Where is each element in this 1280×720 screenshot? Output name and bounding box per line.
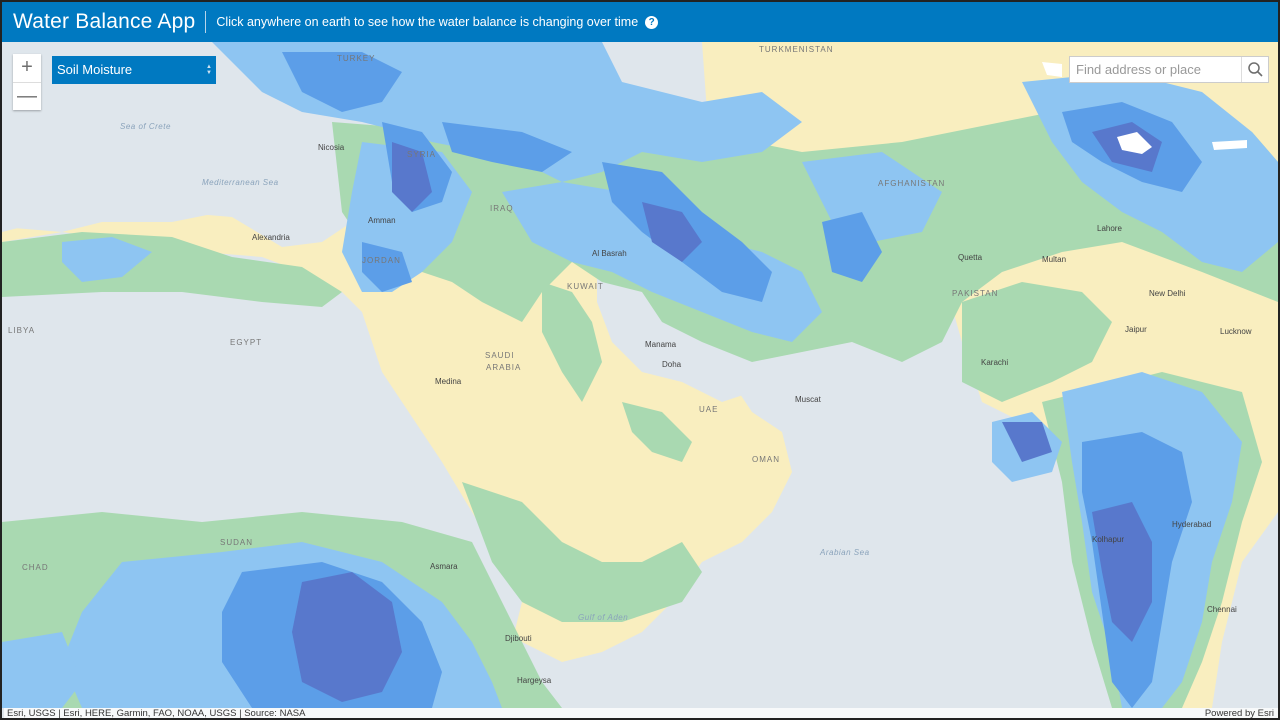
layer-select[interactable]: Soil Moisture ▲ ▼ bbox=[52, 56, 216, 84]
label-lahore: Lahore bbox=[1097, 224, 1122, 233]
label-oman: OMAN bbox=[752, 455, 780, 464]
map-attribution: Esri, USGS | Esri, HERE, Garmin, FAO, NO… bbox=[4, 708, 1278, 719]
label-arabia: ARABIA bbox=[486, 363, 522, 372]
label-uae: UAE bbox=[699, 405, 719, 414]
app-subtitle: Click anywhere on earth to see how the w… bbox=[216, 15, 639, 29]
app-window: Water Balance App Click anywhere on eart… bbox=[0, 0, 1280, 720]
label-mediterranean-sea: Mediterranean Sea bbox=[202, 178, 279, 187]
zoom-in-button[interactable]: + bbox=[13, 54, 41, 82]
label-afghanistan: AFGHANISTAN bbox=[878, 179, 946, 188]
search-icon bbox=[1248, 62, 1263, 77]
label-asmara: Asmara bbox=[430, 562, 458, 571]
label-syria: SYRIA bbox=[407, 150, 437, 159]
search-widget bbox=[1069, 56, 1269, 83]
label-jaipur: Jaipur bbox=[1125, 325, 1147, 334]
label-quetta: Quetta bbox=[958, 253, 983, 262]
label-al-basrah: Al Basrah bbox=[592, 249, 627, 258]
label-chennai: Chennai bbox=[1207, 605, 1237, 614]
label-hargeysa: Hargeysa bbox=[517, 676, 552, 685]
label-sudan: SUDAN bbox=[220, 538, 254, 547]
label-saudi: SAUDI bbox=[485, 351, 515, 360]
label-multan: Multan bbox=[1042, 255, 1067, 264]
label-alexandria: Alexandria bbox=[252, 233, 290, 242]
label-muscat: Muscat bbox=[795, 395, 821, 404]
header-divider bbox=[205, 11, 207, 33]
label-karachi: Karachi bbox=[981, 358, 1009, 367]
search-input[interactable] bbox=[1070, 57, 1242, 82]
search-button[interactable] bbox=[1241, 57, 1268, 82]
label-manama: Manama bbox=[645, 340, 677, 349]
label-medina: Medina bbox=[435, 377, 462, 386]
select-arrows-icon: ▲ ▼ bbox=[206, 64, 212, 76]
label-new-delhi: New Delhi bbox=[1149, 289, 1186, 298]
label-egypt: EGYPT bbox=[230, 338, 263, 347]
label-turkey: TURKEY bbox=[337, 54, 376, 63]
label-sea-of-crete: Sea of Crete bbox=[120, 122, 171, 131]
label-djibouti: Djibouti bbox=[505, 634, 532, 643]
label-arabian-sea: Arabian Sea bbox=[820, 548, 870, 557]
layer-select-value: Soil Moisture bbox=[57, 62, 133, 77]
label-doha: Doha bbox=[662, 360, 682, 369]
map-view[interactable]: TURKMENISTAN TURKEY SYRIA IRAQ JORDAN KU… bbox=[2, 42, 1278, 708]
app-header: Water Balance App Click anywhere on eart… bbox=[2, 2, 1278, 42]
label-pakistan: PAKISTAN bbox=[952, 289, 999, 298]
label-libya: LIBYA bbox=[8, 326, 36, 335]
label-kuwait: KUWAIT bbox=[567, 282, 604, 291]
soil-moisture-map[interactable] bbox=[2, 42, 1278, 708]
label-kolhapur: Kolhapur bbox=[1092, 535, 1125, 544]
label-chad: CHAD bbox=[22, 563, 49, 572]
attribution-credits: Esri, USGS | Esri, HERE, Garmin, FAO, NO… bbox=[7, 708, 306, 719]
label-amman: Amman bbox=[368, 216, 396, 225]
label-iraq: IRAQ bbox=[490, 204, 514, 213]
label-hyderabad: Hyderabad bbox=[1172, 520, 1212, 529]
powered-by-esri-link[interactable]: Powered by Esri bbox=[1205, 708, 1274, 718]
label-gulf-of-aden: Gulf of Aden bbox=[578, 613, 629, 622]
label-turkmenistan: TURKMENISTAN bbox=[759, 45, 834, 54]
label-jordan: JORDAN bbox=[362, 256, 401, 265]
label-lucknow: Lucknow bbox=[1220, 327, 1252, 336]
label-nicosia: Nicosia bbox=[318, 143, 345, 152]
zoom-control: + — bbox=[13, 54, 41, 110]
help-icon[interactable]: ? bbox=[645, 15, 659, 29]
zoom-out-button[interactable]: — bbox=[13, 82, 41, 110]
app-title: Water Balance App bbox=[13, 10, 196, 33]
